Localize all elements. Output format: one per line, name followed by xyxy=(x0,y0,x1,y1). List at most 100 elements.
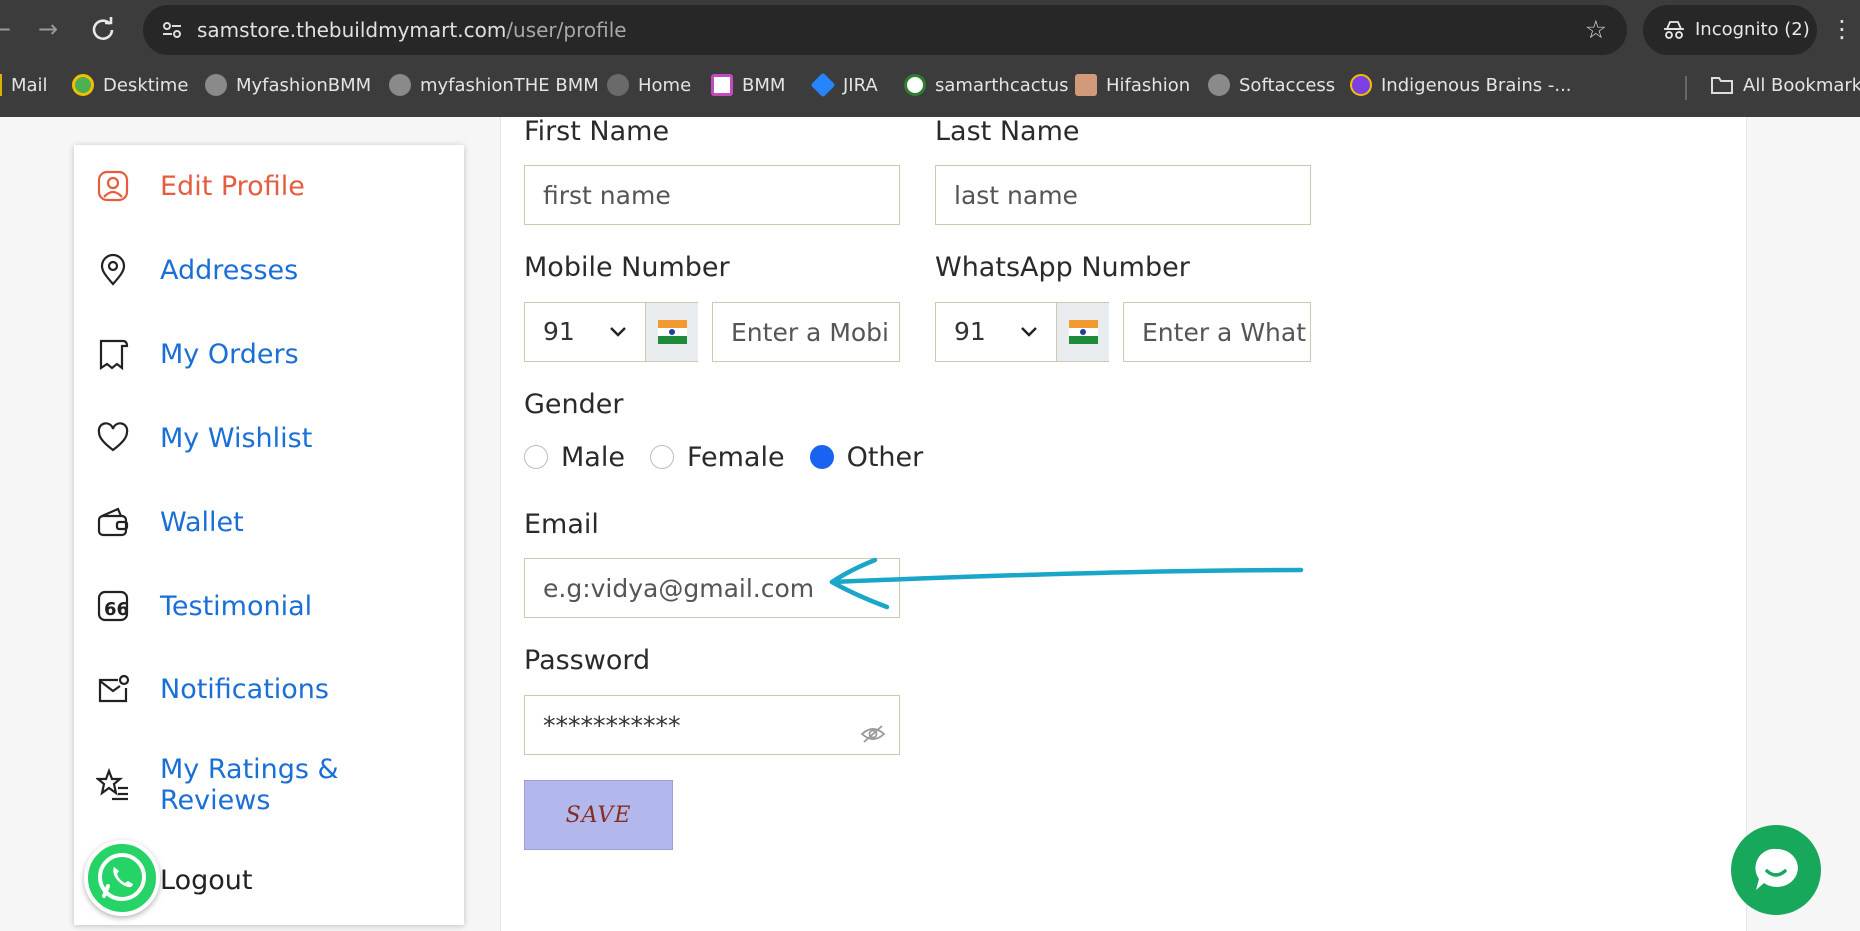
bookmark-desktime[interactable]: Desktime xyxy=(72,72,188,98)
whatsapp-number-label: WhatsApp Number xyxy=(935,252,1190,283)
bookmark-label: BMM xyxy=(742,74,786,96)
mobile-country-code-value: 91 xyxy=(543,317,575,346)
bookmark-all-bookmarks[interactable]: All Bookmarks xyxy=(1710,72,1860,98)
sidebar-item-testimonial[interactable]: 66 Testimonial xyxy=(96,581,446,631)
sidebar-item-notifications[interactable]: Notifications xyxy=(96,664,446,714)
sidebar-item-label: My Orders xyxy=(160,338,299,370)
ratings-line-2: Reviews xyxy=(160,785,271,816)
indigenous-favicon-icon xyxy=(1350,74,1372,96)
sidebar-item-label: Logout xyxy=(160,864,253,896)
url-text[interactable]: samstore.thebuildmymart.com/user/profile xyxy=(197,18,627,42)
bookmark-home[interactable]: Home xyxy=(607,72,691,98)
sidebar-item-label: Wallet xyxy=(160,506,244,538)
globe-icon xyxy=(205,74,227,96)
country-flag-box xyxy=(645,303,698,361)
incognito-label: Incognito (2) xyxy=(1695,19,1810,40)
more-menu-icon[interactable]: ⋮ xyxy=(1830,14,1854,44)
profile-sidebar: Edit Profile Addresses My Orders My Wish… xyxy=(74,145,464,925)
bookmark-label: Home xyxy=(638,74,692,96)
eye-slash-icon[interactable] xyxy=(860,724,886,744)
quote-icon: 66 xyxy=(97,590,129,622)
whatsapp-icon xyxy=(98,853,146,901)
annotation-arrow-icon xyxy=(829,557,1304,610)
url-path: /user/profile xyxy=(506,18,627,42)
bookmark-label: All Bookmarks xyxy=(1743,74,1860,96)
bookmark-label: Mail xyxy=(11,74,48,96)
whatsapp-number-input[interactable] xyxy=(1123,302,1311,362)
mobile-country-code-select[interactable]: 91 xyxy=(524,302,698,362)
bookmark-hifashion[interactable]: Hifashion xyxy=(1075,72,1190,98)
country-flag-box xyxy=(1056,303,1109,361)
sidebar-item-edit-profile[interactable]: Edit Profile xyxy=(96,161,446,211)
mail-notification-icon xyxy=(98,674,130,703)
wallet-icon xyxy=(97,507,129,537)
chevron-down-icon xyxy=(610,327,626,337)
profile-form-panel xyxy=(500,117,1747,931)
bookmark-jira[interactable]: JIRA xyxy=(810,72,878,98)
bookmark-label: Indigenous Brains -... xyxy=(1381,74,1572,96)
address-bar[interactable]: samstore.thebuildmymart.com/user/profile… xyxy=(143,5,1627,55)
ratings-line-1: My Ratings & xyxy=(160,754,339,785)
whatsapp-country-code-select[interactable]: 91 xyxy=(935,302,1109,362)
password-label: Password xyxy=(524,645,651,676)
sidebar-item-my-ratings-reviews[interactable]: My Ratings & Reviews xyxy=(96,750,446,820)
globe-icon xyxy=(1208,74,1230,96)
sidebar-item-wallet[interactable]: Wallet xyxy=(96,497,446,547)
email-label: Email xyxy=(524,509,599,540)
bookmark-label: Desktime xyxy=(103,74,189,96)
url-domain: samstore.thebuildmymart.com xyxy=(197,18,507,42)
first-name-input[interactable] xyxy=(524,165,900,225)
site-settings-icon[interactable] xyxy=(161,19,183,41)
gender-option-label: Other xyxy=(846,441,924,473)
last-name-input[interactable] xyxy=(935,165,1311,225)
incognito-button[interactable]: Incognito (2) xyxy=(1643,5,1817,55)
bookmark-label: samarthcactus xyxy=(935,74,1069,96)
india-flag-icon xyxy=(1069,320,1098,344)
back-arrow-icon[interactable]: ← xyxy=(0,14,16,44)
chevron-down-icon xyxy=(1021,327,1037,337)
sidebar-item-label: Addresses xyxy=(160,254,299,286)
bookmark-star-icon[interactable]: ☆ xyxy=(1585,16,1607,44)
browser-chrome: ← → samstore.thebuildmymart.com/user/pro… xyxy=(0,0,1860,117)
gender-radio-other[interactable] xyxy=(809,445,834,469)
password-input[interactable] xyxy=(524,695,900,755)
forward-arrow-icon[interactable]: → xyxy=(33,14,63,44)
whatsapp-country-code-value: 91 xyxy=(954,317,986,346)
sidebar-item-label: My Ratings & Reviews xyxy=(160,754,339,816)
desktime-favicon-icon xyxy=(72,74,94,96)
bookmark-bmm[interactable]: BMM xyxy=(711,72,785,98)
save-button[interactable]: SAVE xyxy=(524,780,673,850)
bookmark-softaccess[interactable]: Softaccess xyxy=(1208,72,1335,98)
globe-icon xyxy=(389,74,411,96)
mobile-number-input[interactable] xyxy=(712,302,900,362)
reload-icon[interactable] xyxy=(88,14,118,44)
sidebar-item-label: My Wishlist xyxy=(160,422,313,454)
sidebar-item-my-orders[interactable]: My Orders xyxy=(96,329,446,379)
bookmark-label: Softaccess xyxy=(1239,74,1336,96)
sidebar-item-my-wishlist[interactable]: My Wishlist xyxy=(96,413,446,463)
bookmark-label: JIRA xyxy=(843,74,878,96)
heart-icon xyxy=(97,422,129,452)
star-list-icon xyxy=(96,768,128,801)
bookmark-myfashionbmm[interactable]: MyfashionBMM xyxy=(205,72,371,98)
gender-radio-female[interactable] xyxy=(649,445,674,469)
gender-radio-male[interactable] xyxy=(524,445,548,469)
bookmark-mail[interactable]: Mail xyxy=(0,72,48,98)
whatsapp-float-button[interactable] xyxy=(84,840,160,916)
bookmark-indigenous-brains[interactable]: Indigenous Brains -... xyxy=(1350,72,1572,98)
chat-widget-button[interactable] xyxy=(1731,825,1821,915)
location-pin-icon xyxy=(100,253,126,286)
bookmarks-separator xyxy=(1685,76,1687,100)
bookmark-label: Hifashion xyxy=(1106,74,1191,96)
sidebar-item-addresses[interactable]: Addresses xyxy=(96,245,446,295)
first-name-label: First Name xyxy=(524,116,670,147)
bmm-favicon-icon xyxy=(711,74,733,96)
bookmark-samarthcactus[interactable]: samarthcactus xyxy=(904,72,1069,98)
hifashion-favicon-icon xyxy=(1075,74,1097,96)
jira-favicon-icon xyxy=(810,72,836,98)
user-icon xyxy=(97,170,129,202)
gender-option-label: Male xyxy=(561,441,625,473)
bookmark-myfashionthe-bmm[interactable]: myfashionTHE BMM xyxy=(389,72,599,98)
last-name-label: Last Name xyxy=(935,116,1080,147)
gender-radio-group: Male Female Other xyxy=(524,440,948,474)
